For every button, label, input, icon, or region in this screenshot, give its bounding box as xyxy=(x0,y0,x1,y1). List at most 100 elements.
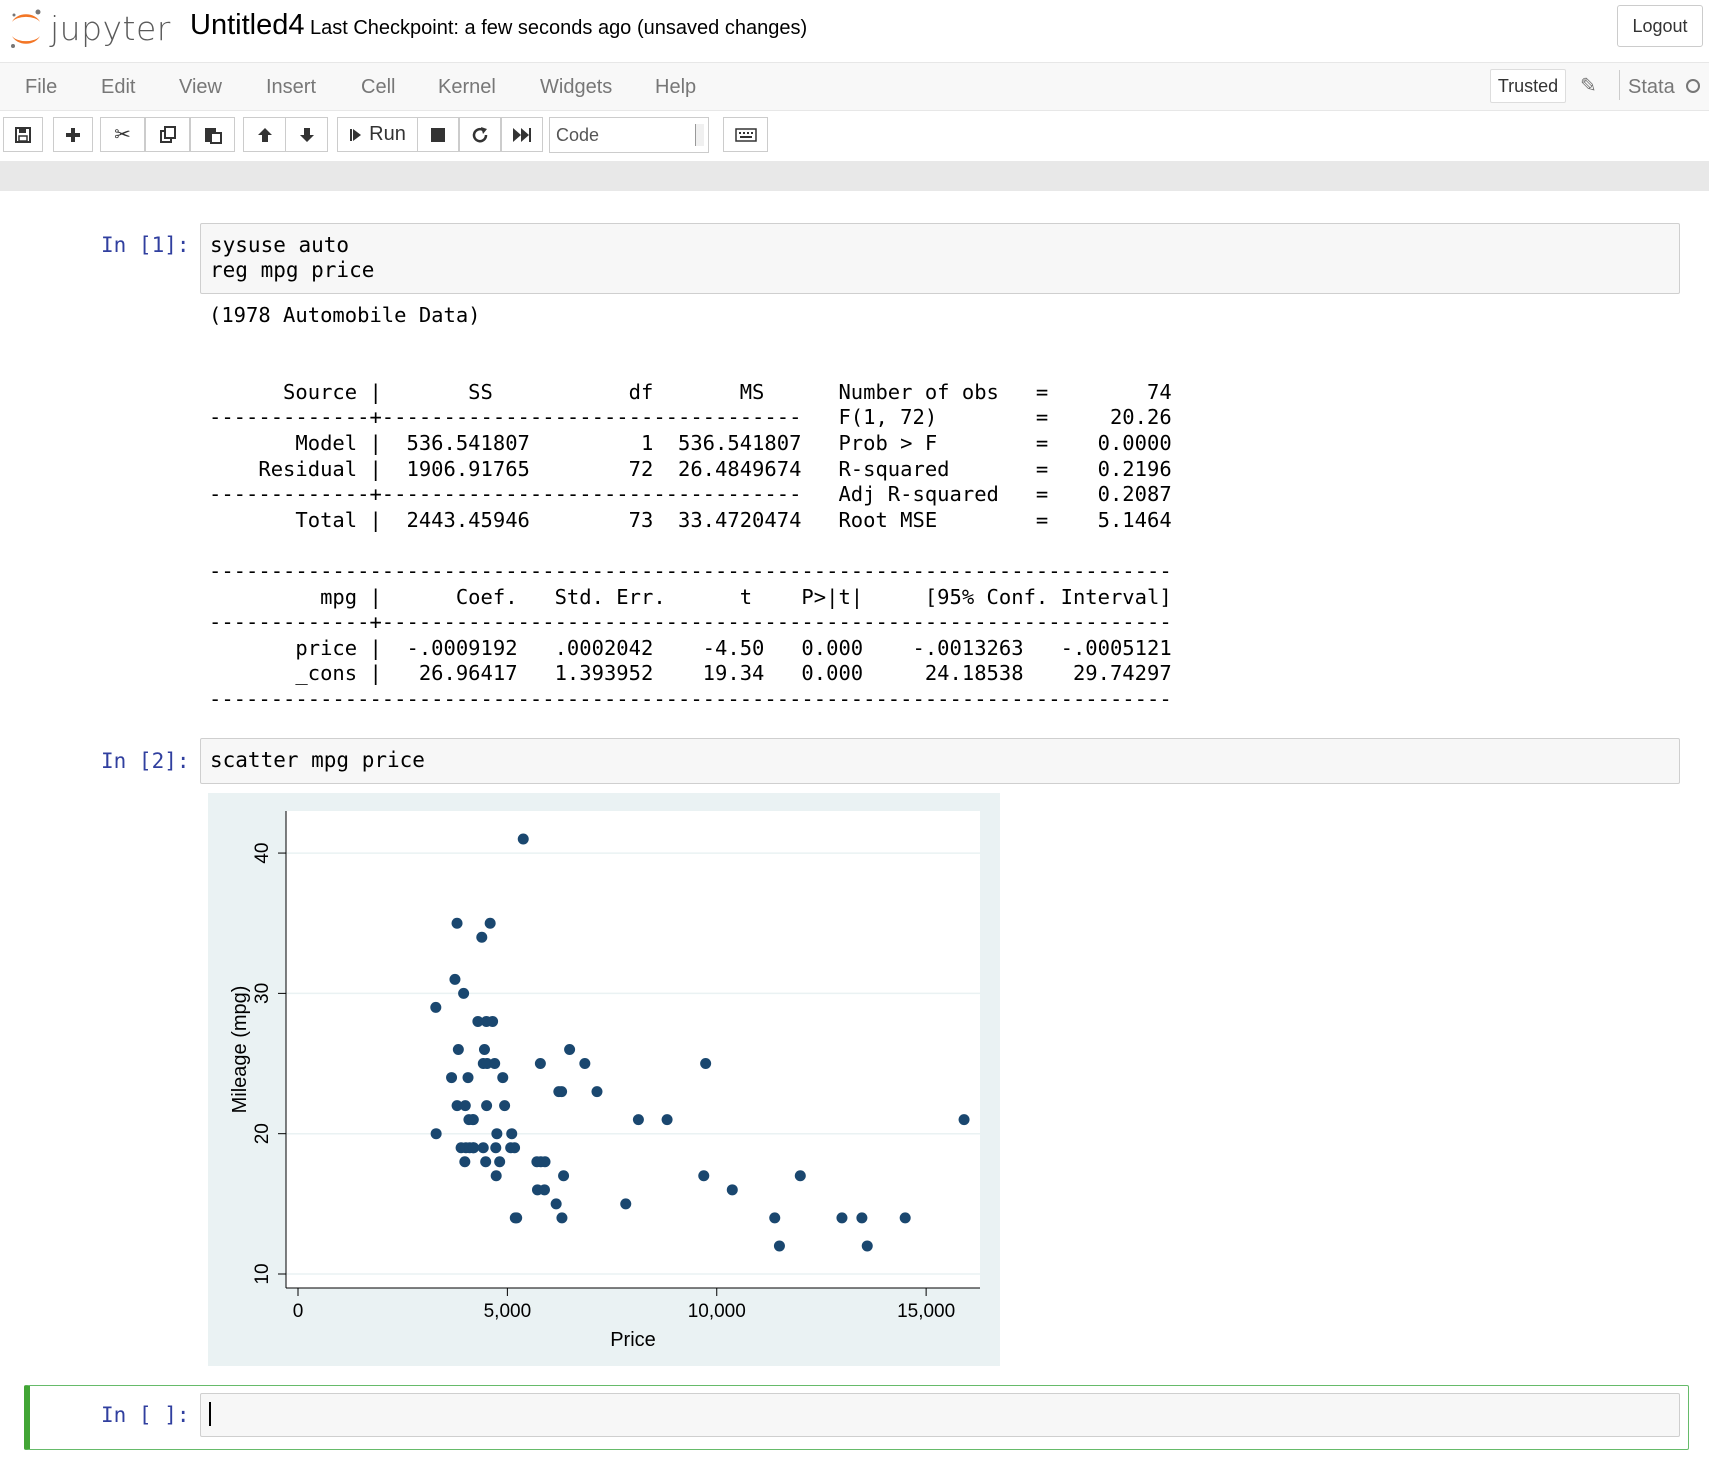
scatter-point xyxy=(620,1198,632,1210)
x-tick-label: 5,000 xyxy=(484,1301,532,1322)
scatter-point xyxy=(517,833,529,845)
kernel-name[interactable]: Stata xyxy=(1628,76,1675,99)
scatter-point xyxy=(769,1212,781,1224)
keyboard-icon xyxy=(734,127,757,142)
scatter-point xyxy=(538,1184,550,1196)
scatter-point xyxy=(726,1184,738,1196)
menu-cell[interactable]: Cell xyxy=(361,76,395,99)
unsaved-indicator: (unsaved changes) xyxy=(637,17,808,39)
cut-button[interactable]: ✂ xyxy=(100,117,145,152)
notebook-name[interactable]: Untitled4 xyxy=(190,9,304,42)
move-up-icon xyxy=(257,127,272,142)
menu-help[interactable]: Help xyxy=(655,76,696,99)
run-button[interactable]: Run xyxy=(337,117,418,152)
scatter-point xyxy=(509,1142,521,1154)
menu-file[interactable]: File xyxy=(25,76,57,99)
scatter-point xyxy=(487,1015,499,1027)
scatter-chart: 10 20 30 40 0 5,000 10,000 15,000 Price Mileage (… xyxy=(229,811,980,1351)
y-tick-label: 40 xyxy=(252,842,273,863)
scatter-point xyxy=(491,1128,503,1140)
cell-2-code: scatter mpg price xyxy=(210,748,425,772)
plot-area xyxy=(286,811,980,1288)
restart-icon xyxy=(472,126,488,142)
scatter-point xyxy=(499,1100,511,1112)
cell-3-prompt: In [ ]: xyxy=(101,1403,190,1427)
save-button[interactable] xyxy=(3,117,43,152)
scatter-point xyxy=(591,1086,603,1098)
menubar: File Edit View Insert Cell Kernel Widget… xyxy=(0,63,1709,111)
stop-icon xyxy=(431,127,445,142)
menu-edit[interactable]: Edit xyxy=(101,76,135,99)
scatter-point xyxy=(430,1001,442,1013)
scatter-point xyxy=(958,1114,970,1126)
checkpoint-status: Last Checkpoint: a few seconds ago xyxy=(310,17,632,39)
move-down-icon xyxy=(299,127,314,142)
move-down-button[interactable] xyxy=(285,117,328,152)
kernel-separator xyxy=(1619,70,1620,100)
add-cell-button[interactable] xyxy=(53,117,93,152)
scatter-point xyxy=(490,1142,502,1154)
y-tick-label: 30 xyxy=(252,983,273,1004)
header: jupyter Untitled4 Last Checkpoint: a few… xyxy=(0,0,1709,63)
cell-1-input[interactable]: sysuse auto reg mpg price xyxy=(200,223,1680,294)
x-tick-label: 10,000 xyxy=(688,1301,746,1322)
scatter-point xyxy=(558,1170,570,1182)
logout-button[interactable]: Logout xyxy=(1617,5,1703,47)
scatter-point xyxy=(836,1212,848,1224)
scatter-point xyxy=(462,1072,474,1084)
scatter-point xyxy=(468,1142,480,1154)
cell-2-prompt: In [2]: xyxy=(101,749,190,773)
logo-text: jupyter xyxy=(50,8,171,48)
paste-icon xyxy=(204,127,222,144)
scatter-point xyxy=(459,1100,471,1112)
scatter-point xyxy=(480,1156,492,1168)
scatter-point xyxy=(556,1212,568,1224)
cell-2-input[interactable]: scatter mpg price xyxy=(200,738,1680,784)
x-axis-label: Price xyxy=(610,1329,656,1351)
scatter-plot-output: 10 20 30 40 0 5,000 10,000 15,000 Price Mileage (… xyxy=(208,793,1000,1366)
scatter-point xyxy=(698,1170,710,1182)
scatter-point xyxy=(484,917,496,929)
run-label: Run xyxy=(369,123,406,145)
scatter-point xyxy=(534,1058,546,1070)
paste-button[interactable] xyxy=(190,117,235,152)
cell-3-input[interactable] xyxy=(200,1393,1680,1437)
scatter-point xyxy=(458,987,470,999)
stop-button[interactable] xyxy=(417,117,459,152)
copy-button[interactable] xyxy=(145,117,190,152)
cell-type-select[interactable]: Code xyxy=(549,117,709,153)
scatter-point xyxy=(430,1128,442,1140)
move-up-button[interactable] xyxy=(243,117,286,152)
command-palette-button[interactable] xyxy=(723,117,768,152)
x-tick-label: 15,000 xyxy=(897,1301,955,1322)
restart-button[interactable] xyxy=(459,117,501,152)
scatter-point xyxy=(856,1212,868,1224)
menu-widgets[interactable]: Widgets xyxy=(540,76,612,99)
y-axis-label: Mileage (mpg) xyxy=(229,986,251,1114)
kernel-idle-icon xyxy=(1686,79,1700,93)
scatter-point xyxy=(861,1240,873,1252)
cell-type-value: Code xyxy=(556,125,600,145)
save-icon xyxy=(15,126,31,143)
scatter-point xyxy=(477,1142,489,1154)
add-cell-icon xyxy=(66,127,80,142)
scatter-point xyxy=(478,1044,490,1055)
scatter-point xyxy=(579,1058,591,1070)
scatter-point xyxy=(511,1212,523,1224)
y-tick-label: 10 xyxy=(252,1263,273,1284)
scatter-point xyxy=(564,1044,576,1055)
pencil-icon[interactable]: ✎ xyxy=(1580,73,1597,98)
restart-run-all-button[interactable] xyxy=(501,117,543,152)
jupyter-logo[interactable]: jupyter xyxy=(8,4,171,52)
scatter-point xyxy=(449,973,461,985)
menu-view[interactable]: View xyxy=(179,76,222,99)
run-icon xyxy=(350,128,362,141)
menu-insert[interactable]: Insert xyxy=(266,76,316,99)
menu-kernel[interactable]: Kernel xyxy=(438,76,496,99)
scatter-point xyxy=(451,917,463,929)
trusted-badge[interactable]: Trusted xyxy=(1490,69,1566,103)
notebook-spacer xyxy=(0,161,1709,191)
x-tick-label: 0 xyxy=(293,1301,304,1322)
chevron-down-icon xyxy=(695,124,704,146)
scatter-point xyxy=(661,1114,673,1126)
